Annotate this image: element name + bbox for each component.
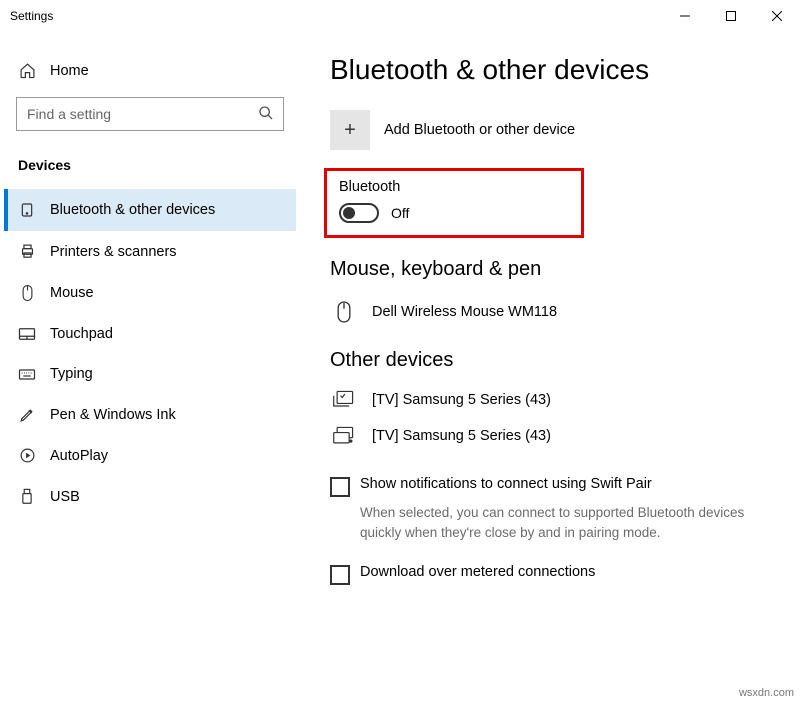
search-container	[16, 97, 284, 131]
autoplay-icon	[18, 447, 36, 464]
search-input[interactable]	[16, 97, 284, 131]
window-title: Settings	[10, 9, 53, 23]
mouse-icon	[18, 284, 36, 302]
add-device-button[interactable]: + Add Bluetooth or other device	[330, 110, 770, 150]
sidebar-item-pen[interactable]: Pen & Windows Ink	[4, 394, 296, 435]
pen-icon	[18, 406, 36, 423]
touchpad-icon	[18, 327, 36, 341]
bluetooth-icon	[18, 201, 36, 219]
sidebar-item-label: Typing	[50, 366, 93, 382]
sidebar-item-bluetooth[interactable]: Bluetooth & other devices	[4, 189, 296, 231]
swift-pair-label: Show notifications to connect using Swif…	[360, 476, 652, 492]
home-label: Home	[50, 63, 89, 79]
metered-label: Download over metered connections	[360, 564, 595, 580]
swift-pair-checkbox[interactable]	[330, 477, 350, 497]
plus-icon: +	[330, 110, 370, 150]
search-icon	[258, 105, 274, 121]
device-row[interactable]: [TV] Samsung 5 Series (43)	[330, 418, 770, 454]
mouse-device-icon	[330, 299, 358, 325]
metered-row: Download over metered connections	[330, 564, 770, 585]
keyboard-icon	[18, 368, 36, 381]
swift-pair-description: When selected, you can connect to suppor…	[360, 503, 770, 542]
sidebar-item-mouse[interactable]: Mouse	[4, 272, 296, 314]
bluetooth-toggle[interactable]	[339, 203, 379, 223]
sidebar-item-label: AutoPlay	[50, 448, 108, 464]
device-row[interactable]: [TV] Samsung 5 Series (43)	[330, 382, 770, 418]
section-mouse-heading: Mouse, keyboard & pen	[330, 258, 770, 281]
home-icon	[18, 62, 36, 79]
swift-pair-row: Show notifications to connect using Swif…	[330, 476, 770, 497]
sidebar-item-label: Printers & scanners	[50, 244, 177, 260]
device-row[interactable]: Dell Wireless Mouse WM118	[330, 291, 770, 333]
device-name: Dell Wireless Mouse WM118	[372, 304, 557, 320]
metered-checkbox[interactable]	[330, 565, 350, 585]
sidebar-item-autoplay[interactable]: AutoPlay	[4, 435, 296, 476]
category-heading: Devices	[4, 145, 296, 189]
sidebar-item-label: Pen & Windows Ink	[50, 407, 176, 423]
display-device-icon	[330, 426, 358, 446]
media-device-icon	[330, 390, 358, 410]
section-other-heading: Other devices	[330, 349, 770, 372]
device-name: [TV] Samsung 5 Series (43)	[372, 392, 551, 408]
minimize-button[interactable]	[662, 0, 708, 31]
page-title: Bluetooth & other devices	[330, 54, 770, 86]
device-name: [TV] Samsung 5 Series (43)	[372, 428, 551, 444]
window-controls	[662, 0, 800, 31]
sidebar-item-typing[interactable]: Typing	[4, 354, 296, 394]
sidebar-item-touchpad[interactable]: Touchpad	[4, 314, 296, 354]
printer-icon	[18, 243, 36, 260]
bluetooth-highlight: Bluetooth Off	[324, 168, 584, 238]
sidebar-item-label: USB	[50, 489, 80, 505]
watermark: wsxdn.com	[739, 687, 794, 699]
sidebar-item-label: Touchpad	[50, 326, 113, 342]
sidebar-item-label: Bluetooth & other devices	[50, 202, 215, 218]
home-nav[interactable]: Home	[4, 52, 296, 89]
sidebar-item-printers[interactable]: Printers & scanners	[4, 231, 296, 272]
main-panel: Bluetooth & other devices + Add Bluetoot…	[300, 32, 800, 703]
titlebar: Settings	[0, 0, 800, 32]
maximize-button[interactable]	[708, 0, 754, 31]
bluetooth-state: Off	[391, 205, 409, 221]
sidebar-item-label: Mouse	[50, 285, 94, 301]
sidebar: Home Devices Bluetooth & other devices P…	[0, 32, 300, 703]
sidebar-item-usb[interactable]: USB	[4, 476, 296, 518]
close-button[interactable]	[754, 0, 800, 31]
bluetooth-heading: Bluetooth	[339, 179, 569, 195]
add-device-label: Add Bluetooth or other device	[384, 122, 575, 138]
usb-icon	[18, 488, 36, 506]
